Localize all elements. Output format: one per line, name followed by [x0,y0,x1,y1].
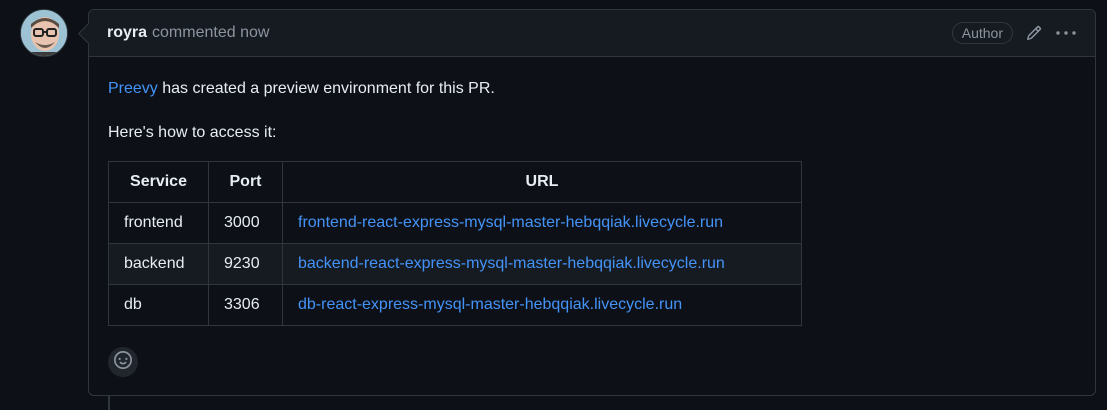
comment-box: royra commented now Author Preevy has cr… [88,9,1096,396]
port-cell: 3000 [208,202,283,244]
comment-body: Preevy has created a preview environment… [89,57,1095,346]
avatar[interactable] [20,9,68,57]
url-link[interactable]: db-react-express-mysql-master-hebqqiak.l… [298,296,682,313]
table-row: db 3306 db-react-express-mysql-master-he… [108,284,802,326]
comment-header: royra commented now Author [89,10,1095,57]
comment-timestamp[interactable]: commented now [152,24,269,42]
url-link[interactable]: frontend-react-express-mysql-master-hebq… [298,214,723,231]
url-link[interactable]: backend-react-express-mysql-master-hebqq… [298,255,725,272]
kebab-horizontal-icon[interactable] [1055,22,1077,44]
comment-author[interactable]: royra [107,24,147,42]
access-paragraph: Here's how to access it: [108,124,277,141]
author-badge: Author [951,22,1013,44]
smiley-icon [114,350,132,374]
url-cell: db-react-express-mysql-master-hebqqiak.l… [282,284,802,326]
url-cell: frontend-react-express-mysql-master-hebq… [282,202,802,244]
url-cell: backend-react-express-mysql-master-hebqq… [282,243,802,285]
service-cell: frontend [108,202,209,244]
header-service: Service [108,161,209,203]
service-cell: db [108,284,209,326]
header-url: URL [282,161,802,203]
header-actions: Author [951,22,1077,44]
intro-text: has created a preview environment for th… [157,80,495,97]
port-cell: 9230 [208,243,283,285]
table-row: backend 9230 backend-react-express-mysql… [108,243,802,285]
table-header-row: Service Port URL [108,161,802,203]
intro-paragraph: Preevy has created a preview environment… [108,77,1076,101]
table-row: frontend 3000 frontend-react-express-mys… [108,202,802,244]
header-port: Port [208,161,283,203]
preevy-link[interactable]: Preevy [108,80,158,97]
service-cell: backend [108,243,209,285]
timeline-line [108,395,110,410]
port-cell: 3306 [208,284,283,326]
add-reaction-button[interactable] [108,347,138,377]
services-table: Service Port URL frontend 3000 frontend-… [108,161,802,326]
pencil-icon[interactable] [1023,22,1045,44]
